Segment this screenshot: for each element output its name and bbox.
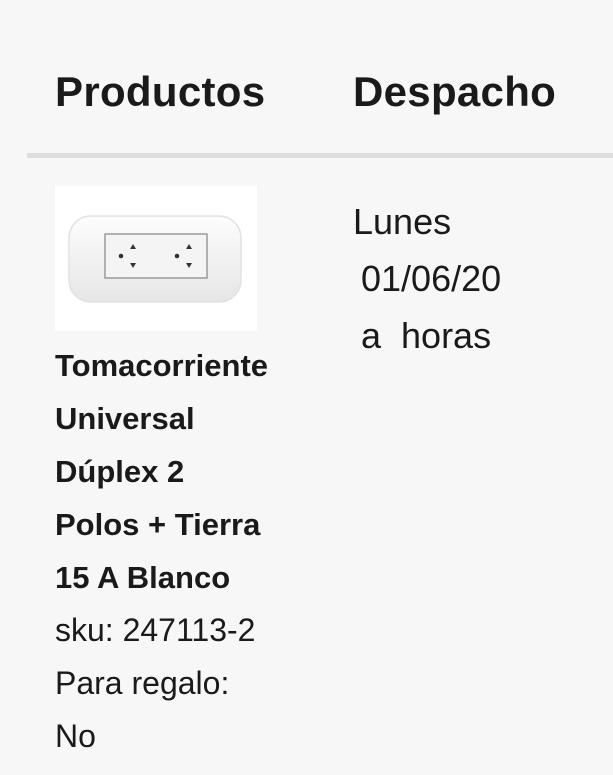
- dispatch-cell: Lunes 01/06/20 a horas: [353, 193, 501, 364]
- product-name-line: 15 A Blanco: [55, 560, 231, 595]
- gift-value: No: [55, 718, 96, 754]
- wall-outlet-duplex-icon: [68, 215, 242, 303]
- product-sku: sku: 247113-2: [55, 612, 256, 648]
- product-name-line: Dúplex 2: [55, 454, 185, 489]
- product-name-line: Universal: [55, 401, 195, 436]
- product-name-line: Polos + Tierra: [55, 507, 261, 542]
- header-products: Productos: [55, 68, 266, 115]
- product-name[interactable]: Tomacorriente Universal Dúplex 2 Polos +…: [55, 339, 325, 604]
- gift-label: Para regalo:: [55, 665, 230, 701]
- header-divider: [27, 153, 613, 158]
- product-name-line: Tomacorriente: [55, 348, 269, 383]
- dispatch-time: a horas: [361, 315, 492, 356]
- dispatch-date: 01/06/20: [361, 258, 502, 299]
- order-products-table: Productos Despacho Tomacorriente Univers…: [0, 0, 613, 775]
- product-cell: Tomacorriente Universal Dúplex 2 Polos +…: [55, 186, 325, 763]
- product-image[interactable]: [55, 186, 257, 331]
- header-dispatch: Despacho: [353, 68, 557, 115]
- dispatch-day: Lunes: [353, 201, 452, 242]
